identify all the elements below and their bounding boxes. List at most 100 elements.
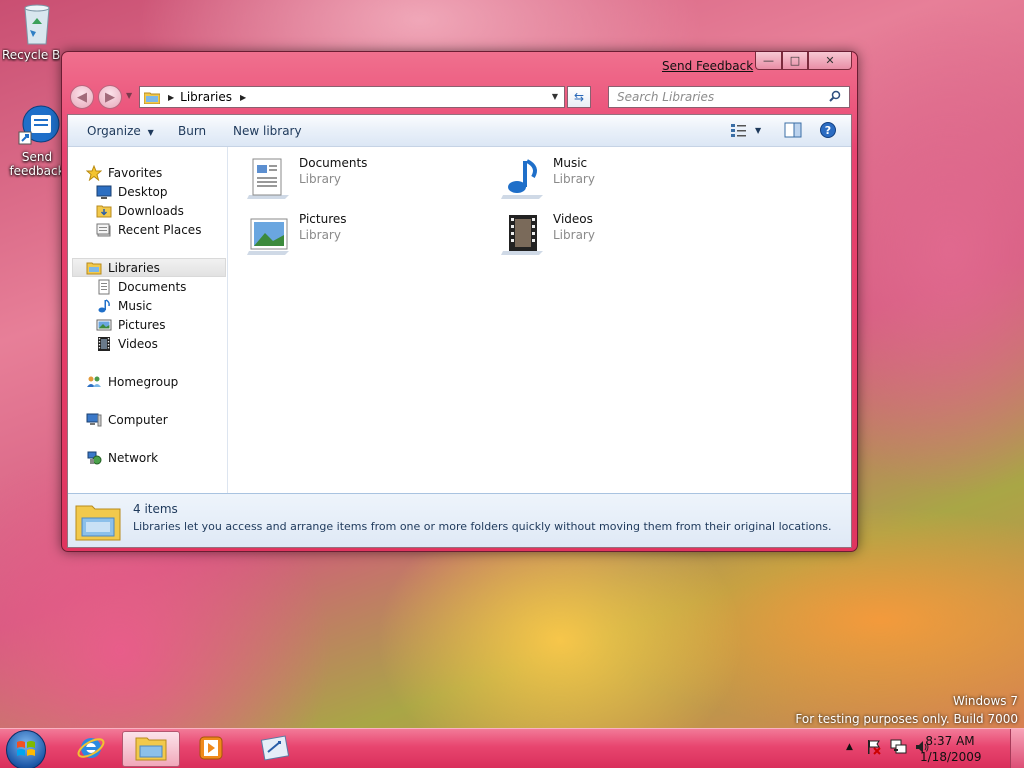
nav-label: Desktop bbox=[118, 184, 168, 199]
library-type: Library bbox=[299, 228, 341, 242]
nav-favorites[interactable]: Favorites bbox=[85, 163, 162, 182]
taskbar-media-player[interactable] bbox=[182, 731, 240, 767]
library-name: Documents bbox=[299, 156, 368, 170]
clock-time: 8:37 AM bbox=[925, 734, 975, 748]
nav-label: Network bbox=[108, 450, 159, 465]
music-library-icon bbox=[499, 155, 547, 201]
details-pane: 4 items Libraries let you access and arr… bbox=[68, 493, 851, 547]
command-bar: Organize ▼ Burn New library ▼ ? bbox=[68, 115, 851, 147]
breadcrumb-arrow-icon[interactable]: ▶ bbox=[240, 93, 246, 102]
taskbar-windows-explorer[interactable] bbox=[122, 731, 180, 767]
videos-icon bbox=[96, 336, 112, 352]
refresh-button[interactable]: ⇆ bbox=[567, 86, 591, 108]
maximize-button[interactable]: □ bbox=[782, 52, 808, 70]
organize-button[interactable]: Organize ▼ bbox=[87, 124, 154, 138]
search-input[interactable]: Search Libraries bbox=[608, 86, 850, 108]
nav-computer[interactable]: Computer bbox=[86, 410, 168, 429]
nav-videos[interactable]: Videos bbox=[96, 334, 158, 353]
library-videos[interactable]: Videos Library bbox=[499, 211, 595, 257]
taskbar-internet-explorer[interactable] bbox=[62, 731, 120, 767]
computer-icon bbox=[86, 412, 102, 428]
explorer-window: Send Feedback — □ ✕ ◀ ▶ ▼ ▶ Libraries ▶ … bbox=[61, 51, 858, 552]
nav-documents[interactable]: Documents bbox=[96, 277, 186, 296]
nav-label: Recent Places bbox=[118, 222, 202, 237]
nav-libraries[interactable]: Libraries bbox=[72, 258, 226, 277]
title-bar[interactable]: Send Feedback — □ ✕ bbox=[62, 52, 857, 80]
network-globe-icon bbox=[86, 450, 102, 466]
details-description: Libraries let you access and arrange ite… bbox=[133, 520, 832, 533]
breadcrumb-arrow-icon[interactable]: ▶ bbox=[168, 93, 174, 102]
back-button[interactable]: ◀ bbox=[70, 85, 94, 109]
network-tray-icon[interactable] bbox=[890, 739, 908, 758]
taskbar: ▲ 8:37 AM 1/18/2009 bbox=[0, 728, 1024, 768]
nav-pictures[interactable]: Pictures bbox=[96, 315, 166, 334]
library-name: Videos bbox=[553, 212, 593, 226]
library-type: Library bbox=[299, 172, 341, 186]
change-view-icon[interactable] bbox=[730, 122, 748, 138]
system-clock[interactable]: 8:37 AM 1/18/2009 bbox=[920, 733, 982, 765]
send-feedback-link[interactable]: Send Feedback bbox=[662, 59, 753, 73]
minimize-button[interactable]: — bbox=[755, 52, 782, 70]
address-dropdown-icon[interactable]: ▼ bbox=[552, 92, 558, 101]
internet-explorer-icon bbox=[76, 733, 106, 766]
recycle-bin-icon bbox=[17, 2, 57, 46]
libraries-large-icon bbox=[74, 498, 122, 544]
documents-library-icon bbox=[245, 155, 293, 201]
svg-text:?: ? bbox=[825, 124, 831, 137]
homegroup-icon bbox=[86, 374, 102, 390]
desktop-icon-label: Recycle Bin bbox=[2, 48, 60, 62]
nav-label: Music bbox=[118, 298, 153, 313]
search-icon[interactable] bbox=[829, 90, 841, 105]
show-hidden-icons-button[interactable]: ▲ bbox=[846, 742, 853, 752]
library-name: Pictures bbox=[299, 212, 347, 226]
recent-pages-dropdown-icon[interactable]: ▼ bbox=[126, 91, 132, 100]
forward-button[interactable]: ▶ bbox=[98, 85, 122, 109]
explorer-body: Organize ▼ Burn New library ▼ ? Favorite… bbox=[67, 114, 852, 548]
library-type: Library bbox=[553, 228, 595, 242]
navigation-pane: Favorites Desktop Downloads Recent Place… bbox=[68, 147, 228, 493]
windows-explorer-icon bbox=[135, 734, 167, 765]
action-center-flag-icon[interactable] bbox=[866, 739, 882, 758]
nav-label: Documents bbox=[118, 279, 187, 294]
library-documents[interactable]: Documents Library bbox=[245, 155, 367, 201]
nav-downloads[interactable]: Downloads bbox=[96, 201, 184, 220]
nav-network[interactable]: Network bbox=[86, 448, 158, 467]
address-bar[interactable]: ▶ Libraries ▶ ▼ bbox=[139, 86, 565, 108]
nav-recent-places[interactable]: Recent Places bbox=[96, 220, 201, 239]
navigation-bar: ◀ ▶ ▼ ▶ Libraries ▶ ▼ ⇆ Search Libraries bbox=[62, 80, 857, 114]
nav-label: Libraries bbox=[108, 260, 160, 275]
nav-homegroup[interactable]: Homegroup bbox=[86, 372, 178, 391]
videos-library-icon bbox=[499, 211, 547, 257]
pictures-icon bbox=[96, 317, 112, 333]
library-music[interactable]: Music Library bbox=[499, 155, 595, 201]
breadcrumb-libraries[interactable]: Libraries bbox=[180, 90, 232, 104]
nav-label: Downloads bbox=[118, 203, 184, 218]
organize-label: Organize bbox=[87, 124, 141, 138]
new-library-button[interactable]: New library bbox=[233, 124, 302, 138]
nav-label: Videos bbox=[118, 336, 158, 351]
libraries-folder-icon bbox=[143, 91, 161, 104]
close-button[interactable]: ✕ bbox=[808, 52, 852, 70]
nav-music[interactable]: Music bbox=[96, 296, 152, 315]
nav-label: Pictures bbox=[118, 317, 166, 332]
library-type: Library bbox=[553, 172, 595, 186]
caption-buttons: — □ ✕ bbox=[755, 52, 852, 70]
windows-version-watermark: Windows 7 bbox=[952, 694, 1018, 708]
nav-label: Homegroup bbox=[108, 374, 179, 389]
media-player-icon bbox=[197, 734, 225, 765]
burn-button[interactable]: Burn bbox=[178, 124, 206, 138]
build-watermark: For testing purposes only. Build 7000 bbox=[795, 712, 1018, 726]
start-button[interactable] bbox=[6, 730, 46, 768]
views-dropdown-icon[interactable]: ▼ bbox=[755, 126, 761, 135]
show-desktop-button[interactable] bbox=[1010, 729, 1024, 768]
content-pane: Documents Library Music Library Pictures… bbox=[229, 147, 851, 493]
help-icon[interactable]: ? bbox=[820, 122, 836, 138]
preview-pane-icon[interactable] bbox=[784, 122, 802, 138]
library-pictures[interactable]: Pictures Library bbox=[245, 211, 347, 257]
desktop-icon-label: Send feedback bbox=[9, 150, 65, 178]
feedback-tool-icon bbox=[260, 734, 290, 765]
documents-icon bbox=[96, 279, 112, 295]
downloads-folder-icon bbox=[96, 203, 112, 219]
nav-desktop[interactable]: Desktop bbox=[96, 182, 168, 201]
taskbar-feedback-tool[interactable] bbox=[246, 731, 304, 767]
